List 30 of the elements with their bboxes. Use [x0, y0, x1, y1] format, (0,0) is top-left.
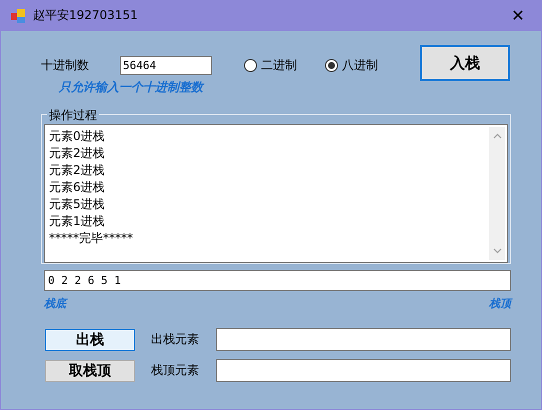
stack-bottom-label: 栈底: [44, 296, 66, 311]
radio-option[interactable]: 八进制: [325, 57, 378, 74]
scroll-up-icon[interactable]: [492, 133, 502, 139]
action-button[interactable]: 出栈: [45, 328, 135, 350]
log-entry: *****完毕*****: [49, 230, 134, 247]
scrollbar[interactable]: [489, 127, 505, 260]
element-field[interactable]: [216, 328, 511, 351]
hint-text: 只允许输入一个十进制整数: [59, 79, 206, 96]
log-entry: 元素2进栈: [49, 145, 106, 162]
log-list[interactable]: 元素0进栈 元素2进栈 元素2进栈 元素6进栈 元素5进栈 元素1进栈 *****完毕*****: [44, 124, 508, 263]
element-label: 出栈元素: [151, 331, 200, 348]
scroll-down-icon[interactable]: [492, 248, 502, 254]
element-label: 栈顶元素: [151, 362, 200, 379]
group-title: 操作过程: [47, 107, 99, 124]
log-entry: 元素0进栈: [49, 128, 106, 145]
close-button[interactable]: ✕: [495, 0, 541, 31]
stack-field[interactable]: 0 2 2 6 5 1: [44, 270, 511, 291]
radio-option[interactable]: 二进制: [244, 57, 297, 74]
action-button[interactable]: 取栈顶: [45, 360, 135, 382]
stack-top-label: 栈顶: [489, 296, 511, 311]
app-icon: [10, 8, 26, 24]
log-entry: 元素1进栈: [49, 213, 106, 230]
decimal-label: 十进制数: [41, 57, 90, 74]
log-entry: 元素6进栈: [49, 179, 106, 196]
element-field[interactable]: [216, 359, 511, 382]
window-title: 赵平安192703151: [33, 7, 139, 24]
log-entry: 元素2进栈: [49, 162, 106, 179]
decimal-input-field[interactable]: 56464: [120, 56, 212, 75]
log-entry: 元素5进栈: [49, 196, 106, 213]
push-button[interactable]: 入栈: [420, 45, 510, 81]
